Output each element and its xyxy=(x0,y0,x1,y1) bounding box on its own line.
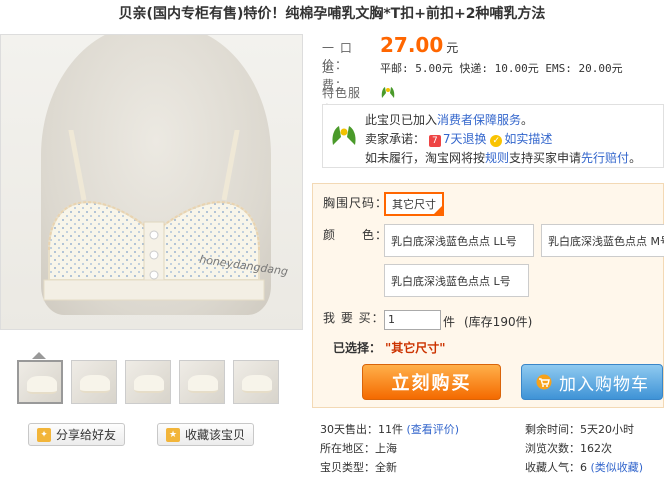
features-row: 特色服务： xyxy=(322,81,664,117)
thumbnail-3[interactable] xyxy=(125,360,171,404)
guarantee-line-3: 如未履行，淘宝网将按规则支持买家申请先行赔付。 xyxy=(365,149,641,168)
guarantee-text: 此宝贝已加入消费者保障服务。 卖家承诺： 7 7天退换 ✓ 如实描述 如未履行，淘宝… xyxy=(365,111,641,168)
refund-7day-link[interactable]: 7天退换 xyxy=(443,132,487,146)
shipping-row: 运 费： 平邮: 5.00元 快递: 10.00元 EMS: 20.00元 xyxy=(322,59,664,92)
color-option-ll[interactable]: 乳白底深浅蓝色点点 LL号 xyxy=(384,224,534,257)
share-label: 分享给好友 xyxy=(56,428,117,442)
thumbnail-1[interactable] xyxy=(17,360,63,404)
size-label: 胸围尺码： xyxy=(323,196,389,210)
main-product-image[interactable]: honeydangdang xyxy=(0,34,303,330)
size-option-label: 其它尺寸 xyxy=(392,198,436,211)
color-option-l[interactable]: 乳白底深浅蓝色点点 L号 xyxy=(384,264,529,297)
guarantee-suffix: 。 xyxy=(521,113,534,127)
thumbnail-strip xyxy=(17,360,279,404)
thumbnail-pointer xyxy=(32,352,46,359)
share-button[interactable]: ✦ 分享给好友 xyxy=(28,423,126,446)
thumbnail-image xyxy=(242,375,272,393)
guarantee-line-2: 卖家承诺： 7 7天退换 ✓ 如实描述 xyxy=(365,130,641,149)
guarantee-prefix: 此宝贝已加入 xyxy=(365,113,438,127)
purchase-panel: 胸围尺码： 其它尺寸 颜 色： 乳白底深浅蓝色点点 LL号 乳白底深浅蓝色点点 … xyxy=(312,183,664,408)
favorite-icon: ★ xyxy=(166,427,181,442)
bra-illustration xyxy=(43,130,265,301)
rules-link[interactable]: 规则 xyxy=(485,151,509,165)
guarantee-line3-prefix: 如未履行，淘宝网将按 xyxy=(365,151,486,165)
color-option-label: 乳白底深浅蓝色点点 M号 xyxy=(548,234,664,248)
price-row: 一 口 价： 27.00 元 xyxy=(322,33,664,72)
thumbnail-image xyxy=(188,375,218,393)
truthful-description-icon: ✓ xyxy=(490,135,503,147)
stock-info: (库存190件) xyxy=(464,315,533,329)
color-option-m[interactable]: 乳白底深浅蓝色点点 M号 xyxy=(541,224,664,257)
view-count: 浏览次数：162次 xyxy=(525,442,612,455)
thumbnail-4[interactable] xyxy=(179,360,225,404)
stat-favorites: 收藏人气：6 (类似收藏) xyxy=(525,458,643,478)
remaining-time: 剩余时间：5天20小时 xyxy=(525,423,634,436)
thumbnail-2[interactable] xyxy=(71,360,117,404)
quantity-unit: 件 xyxy=(443,315,456,329)
compensation-link[interactable]: 先行赔付 xyxy=(581,151,629,165)
view-reviews-link[interactable]: (查看评价) xyxy=(407,423,460,436)
thumbnail-image xyxy=(134,375,164,393)
share-icon: ✦ xyxy=(37,427,51,442)
add-to-cart-button[interactable]: 加入购物车 xyxy=(521,364,663,400)
truthful-description-link[interactable]: 如实描述 xyxy=(504,132,552,146)
thumbnail-5[interactable] xyxy=(233,360,279,404)
stat-sold: 30天售出：11件 (查看评价) xyxy=(320,420,459,440)
selected-summary: 已选择： "其它尺寸" xyxy=(333,339,446,356)
favorite-label: 收藏该宝贝 xyxy=(185,428,246,442)
favorite-button[interactable]: ★ 收藏该宝贝 xyxy=(157,423,255,446)
price-value: 27.00 xyxy=(380,33,444,57)
item-type: 宝贝类型：全新 xyxy=(320,461,397,474)
refund-7day-icon: 7 xyxy=(428,135,441,147)
color-label: 颜 色： xyxy=(323,228,389,242)
consumer-protection-icon xyxy=(332,126,356,145)
consumer-protection-icon[interactable] xyxy=(380,84,396,100)
thumbnail-image xyxy=(80,375,110,393)
guarantee-line-1: 此宝贝已加入消费者保障服务。 xyxy=(365,111,641,130)
favorites-count: 收藏人气：6 xyxy=(525,461,587,474)
cart-icon xyxy=(536,374,552,390)
guarantee-line3-mid: 支持买家申请 xyxy=(509,151,582,165)
selected-label: 已选择： xyxy=(333,341,382,355)
location: 所在地区：上海 xyxy=(320,442,397,455)
thumbnail-image xyxy=(27,376,57,394)
buy-now-button[interactable]: 立刻购买 xyxy=(362,364,501,400)
shipping-text: 平邮: 5.00元 快递: 10.00元 EMS: 20.00元 xyxy=(380,62,623,75)
similar-favorites-link[interactable]: (类似收藏) xyxy=(591,461,644,474)
sold-30-days: 30天售出：11件 xyxy=(320,423,403,436)
color-option-label: 乳白底深浅蓝色点点 LL号 xyxy=(391,234,517,248)
guarantee-box: 此宝贝已加入消费者保障服务。 卖家承诺： 7 7天退换 ✓ 如实描述 如未履行，淘宝… xyxy=(322,104,664,168)
seller-promise-label: 卖家承诺： xyxy=(365,132,426,146)
color-option-label: 乳白底深浅蓝色点点 L号 xyxy=(391,274,511,288)
quantity-label: 我 要 买： xyxy=(323,311,385,325)
product-title: 贝亲(国内专柜有售)特价！纯棉孕哺乳文胸*T扣+前扣+2种哺乳方法 xyxy=(118,6,546,22)
price-unit: 元 xyxy=(446,41,459,55)
selected-value: "其它尺寸" xyxy=(385,341,446,355)
consumer-protection-link[interactable]: 消费者保障服务 xyxy=(437,113,521,127)
add-to-cart-label: 加入购物车 xyxy=(559,374,649,395)
size-option-other[interactable]: 其它尺寸 xyxy=(384,192,444,216)
quantity-input[interactable]: 1 xyxy=(384,310,441,330)
guarantee-line3-suffix: 。 xyxy=(629,151,642,165)
share-actions: ✦ 分享给好友 ★ 收藏该宝贝 xyxy=(28,423,255,446)
product-info: 一 口 价： 27.00 元 运 费： 平邮: 5.00元 快递: 10.00元… xyxy=(322,33,664,117)
